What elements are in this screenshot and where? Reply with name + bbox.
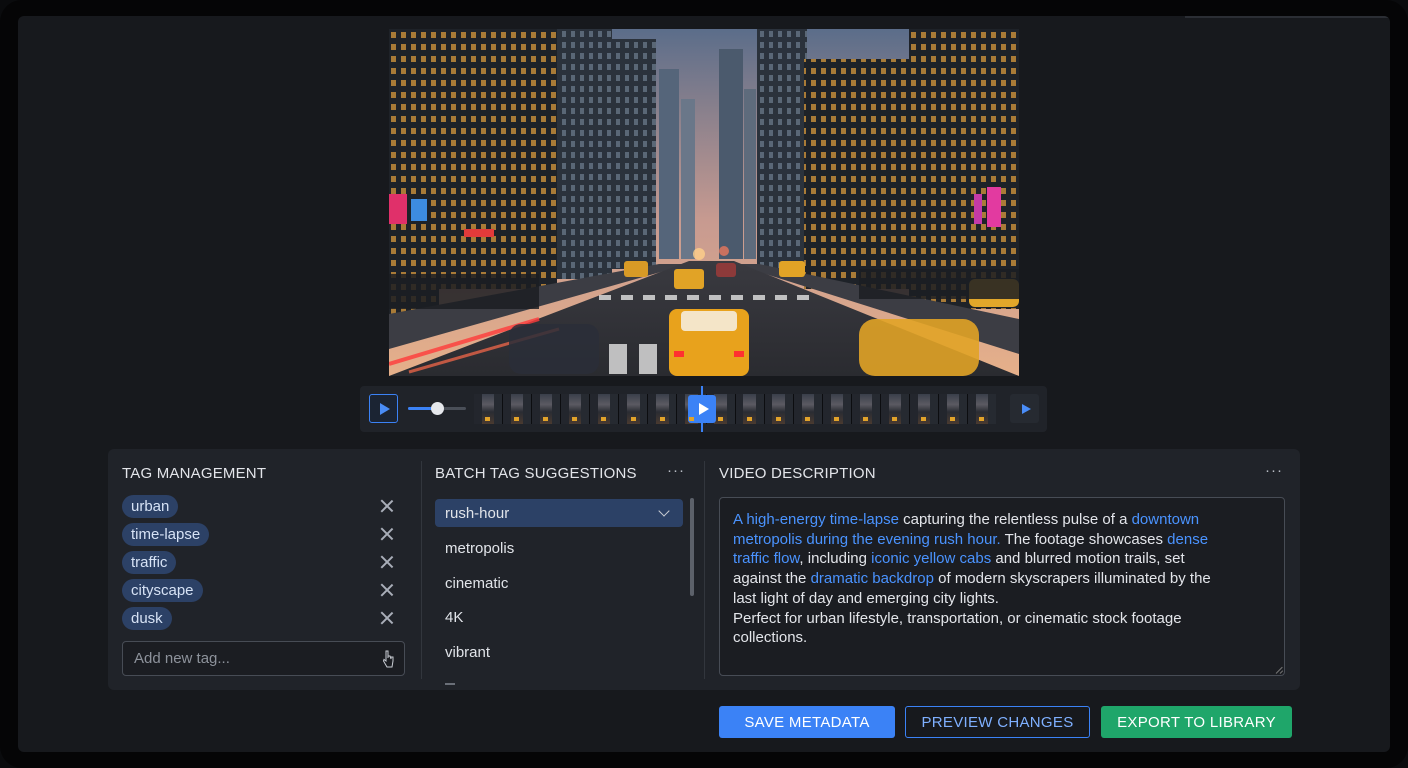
description-highlight: A high-energy time-lapse [733, 511, 899, 528]
suggestion-selected-label: rush-hour [445, 505, 510, 522]
close-icon[interactable] [380, 555, 394, 569]
description-text: and blurred motion trails, set [991, 550, 1185, 568]
add-tag-input[interactable] [122, 641, 405, 676]
close-icon[interactable] [380, 499, 394, 513]
description-text: against the [733, 570, 811, 588]
suggestion-item[interactable]: 4K [445, 609, 463, 626]
filmstrip-frame[interactable] [619, 394, 648, 424]
filmstrip-frame[interactable] [503, 394, 532, 424]
description-highlight: dense [1167, 530, 1209, 548]
batch-suggestions-title: BATCH TAG SUGGESTIONS [435, 465, 637, 482]
filmstrip-frame[interactable] [793, 394, 822, 424]
description-highlight: downtown [1131, 511, 1200, 528]
video-description-title: VIDEO DESCRIPTION [719, 465, 876, 482]
volume-knob[interactable] [431, 402, 444, 415]
description-highlight: iconic yellow cabs [871, 550, 992, 568]
resize-handle-icon[interactable] [1276, 667, 1283, 674]
panel-divider [421, 461, 422, 679]
description-text: The footage showcases [1000, 530, 1168, 548]
suggestion-item[interactable]: cinematic [445, 575, 508, 592]
tag-chip[interactable]: cityscape [122, 579, 203, 602]
description-highlight: traffic flow [733, 550, 800, 568]
filmstrip-frame[interactable] [822, 394, 851, 424]
close-icon[interactable] [380, 611, 394, 625]
top-bar-strip [1185, 16, 1390, 18]
filmstrip-frame[interactable] [880, 394, 909, 424]
description-text: last light of day and emerging city ligh… [733, 589, 999, 607]
play-icon [380, 402, 390, 415]
next-icon [1021, 403, 1031, 414]
panel-divider [704, 461, 705, 679]
video-preview[interactable] [389, 29, 1019, 376]
preview-changes-button[interactable]: PREVIEW CHANGES [905, 706, 1090, 738]
description-highlight: dramatic backdrop [810, 570, 934, 588]
suggestion-scrollbar[interactable] [690, 498, 694, 596]
metadata-panels: TAG MANAGEMENT urban time-lapse traffic cit… [108, 449, 1300, 690]
filmstrip-frame[interactable] [909, 394, 938, 424]
suggestion-item[interactable]: metropolis [445, 540, 514, 557]
hand-cursor-icon [382, 650, 394, 668]
filmstrip-frame[interactable] [474, 394, 503, 424]
app-screen: TAG MANAGEMENT urban time-lapse traffic cit… [18, 16, 1390, 752]
filmstrip[interactable] [474, 394, 997, 424]
filmstrip-frame[interactable] [590, 394, 619, 424]
description-text: collections. [733, 629, 808, 647]
video-frame-image [389, 29, 1019, 376]
close-icon[interactable] [380, 527, 394, 541]
filmstrip-frame[interactable] [735, 394, 764, 424]
filmstrip-frame[interactable] [968, 394, 997, 424]
filmstrip-frame[interactable] [648, 394, 677, 424]
filmstrip-frame[interactable] [939, 394, 968, 424]
play-button[interactable] [369, 394, 398, 423]
filmstrip-frame[interactable] [561, 394, 590, 424]
description-highlight: metropolis during the evening rush hour. [733, 530, 1001, 548]
tag-chip[interactable]: urban [122, 495, 179, 518]
tag-chip[interactable]: dusk [122, 607, 172, 630]
description-text: , including [799, 550, 872, 568]
next-button[interactable] [1010, 394, 1039, 423]
play-icon [698, 403, 709, 415]
more-horizontal-icon[interactable]: ··· [667, 462, 685, 479]
export-to-library-button[interactable]: EXPORT TO LIBRARY [1101, 706, 1292, 738]
tag-chip[interactable]: traffic [122, 551, 177, 574]
tag-management-title: TAG MANAGEMENT [122, 465, 267, 482]
more-horizontal-icon[interactable]: ··· [1265, 462, 1283, 479]
close-icon[interactable] [380, 583, 394, 597]
filmstrip-frame[interactable] [851, 394, 880, 424]
volume-slider[interactable] [408, 402, 466, 415]
suggestion-item[interactable]: vibrant [445, 644, 490, 661]
filmstrip-frame[interactable] [764, 394, 793, 424]
filmstrip-frame[interactable] [532, 394, 561, 424]
description-text: capturing the relentless pulse of a [898, 511, 1132, 528]
device-frame: TAG MANAGEMENT urban time-lapse traffic cit… [0, 0, 1408, 768]
tag-chip[interactable]: time-lapse [122, 523, 210, 546]
suggestion-overflow-indicator [445, 683, 455, 686]
description-text: Perfect for urban lifestyle, transportat… [733, 609, 1182, 627]
video-description-textarea[interactable]: A high-energy time-lapse capturing the r… [719, 497, 1285, 676]
description-text: of modern skyscrapers illuminated by the [933, 570, 1211, 588]
save-metadata-button[interactable]: SAVE METADATA [719, 706, 895, 738]
video-timeline [360, 386, 1047, 432]
